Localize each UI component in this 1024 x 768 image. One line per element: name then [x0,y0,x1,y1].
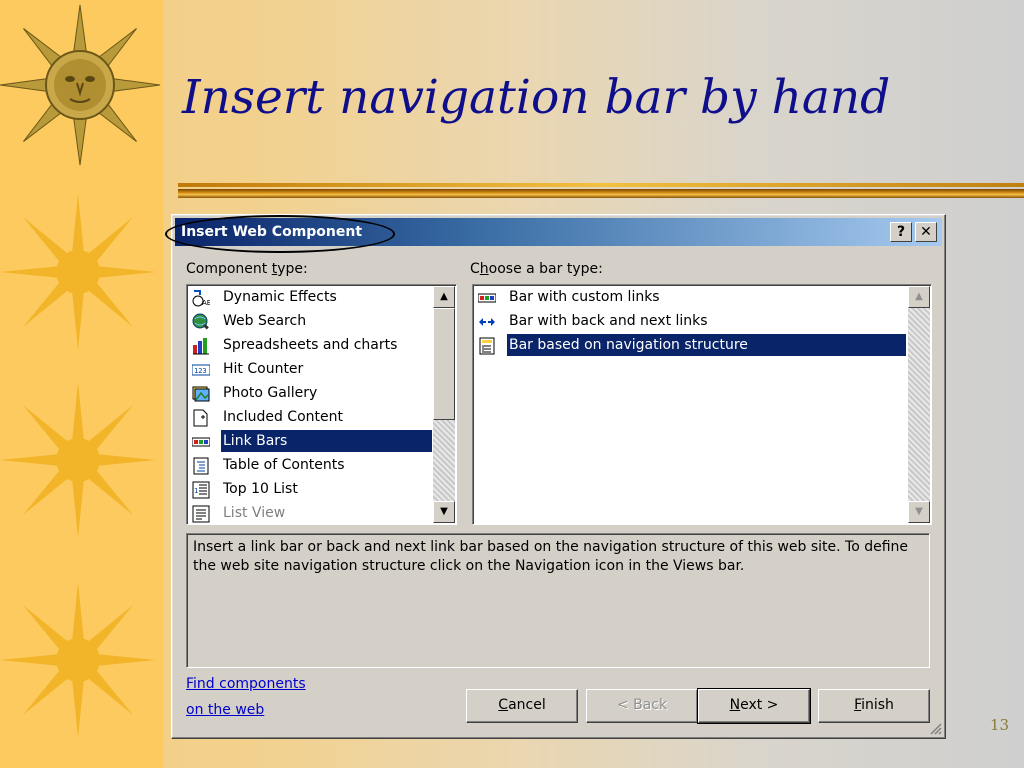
component-list-scrollbar[interactable]: ▲ ▼ [433,286,455,523]
scroll-up-button[interactable]: ▲ [908,286,930,308]
component-description: Insert a link bar or back and next link … [186,533,930,668]
bar-type-label: Choose a bar type: [470,261,603,277]
component-type-list[interactable]: AB Dynamic Effects Web Search Spreadshee… [186,284,457,525]
list-item-table-of-contents[interactable]: Table of Contents [190,454,432,476]
next-button[interactable]: Next > [697,688,811,724]
list-view-icon [192,505,210,523]
title-divider [178,183,1024,201]
list-item-list-view[interactable]: List View [190,502,432,524]
dialog-title: Insert Web Component [181,224,363,240]
sun-face-icon [0,4,161,166]
back-next-arrows-icon [479,318,495,326]
bar-type-list[interactable]: Bar with custom links Bar with back and … [472,284,932,525]
left-decor-strip [0,0,163,768]
sun-burst-icon [0,194,156,350]
list-item-back-next-links[interactable]: Bar with back and next links [476,310,906,332]
scroll-down-button[interactable]: ▼ [908,501,930,523]
help-button[interactable]: ? [890,222,912,242]
web-search-icon [192,313,209,330]
link-bar-icon [192,437,210,447]
list-item-photo-gallery[interactable]: Photo Gallery [190,382,432,404]
find-components-link-line2[interactable]: on the web [186,702,264,718]
list-item-navigation-structure[interactable]: Bar based on navigation structure [476,334,906,356]
sun-burst-icon [0,382,156,538]
table-of-contents-icon [193,457,209,475]
list-item-top-10-list[interactable]: 1 Top 10 List [190,478,432,500]
photo-gallery-icon [192,386,210,402]
list-item-custom-links[interactable]: Bar with custom links [476,286,906,308]
dialog-titlebar[interactable]: Insert Web Component ? ✕ [175,218,942,246]
resize-grip-icon[interactable] [928,721,942,735]
included-content-icon [193,409,208,427]
list-item-link-bars[interactable]: Link Bars [190,430,432,452]
svg-text:1: 1 [194,487,198,495]
link-bar-icon [478,293,496,303]
list-item-hit-counter[interactable]: 123 Hit Counter [190,358,432,380]
cancel-button[interactable]: Cancel [466,689,578,723]
scroll-down-button[interactable]: ▼ [433,501,455,523]
list-item-dynamic-effects[interactable]: AB Dynamic Effects [190,286,432,308]
svg-text:AB: AB [202,299,210,307]
list-item-web-search[interactable]: Web Search [190,310,432,332]
slide-title: Insert navigation bar by hand [182,70,891,125]
svg-text:123: 123 [194,367,207,375]
navigation-structure-icon [479,337,495,355]
list-item-spreadsheets[interactable]: Spreadsheets and charts [190,334,432,356]
spreadsheet-icon [193,338,209,355]
close-button[interactable]: ✕ [915,222,937,242]
dynamic-effects-icon: AB [192,290,210,307]
insert-web-component-dialog: Insert Web Component ? ✕ Component type:… [171,214,946,739]
bar-type-list-scrollbar[interactable]: ▲ ▼ [908,286,930,523]
scroll-thumb[interactable] [433,308,455,420]
top-10-list-icon: 1 [192,481,210,499]
back-button[interactable]: < Back [586,689,698,723]
scroll-up-button[interactable]: ▲ [433,286,455,308]
list-item-included-content[interactable]: Included Content [190,406,432,428]
finish-button[interactable]: Finish [818,689,930,723]
page-number: 13 [990,716,1010,734]
component-type-label: Component type: [186,261,308,277]
sun-burst-icon [0,582,156,738]
hit-counter-icon: 123 [192,364,210,376]
find-components-link[interactable]: Find components [186,676,306,692]
